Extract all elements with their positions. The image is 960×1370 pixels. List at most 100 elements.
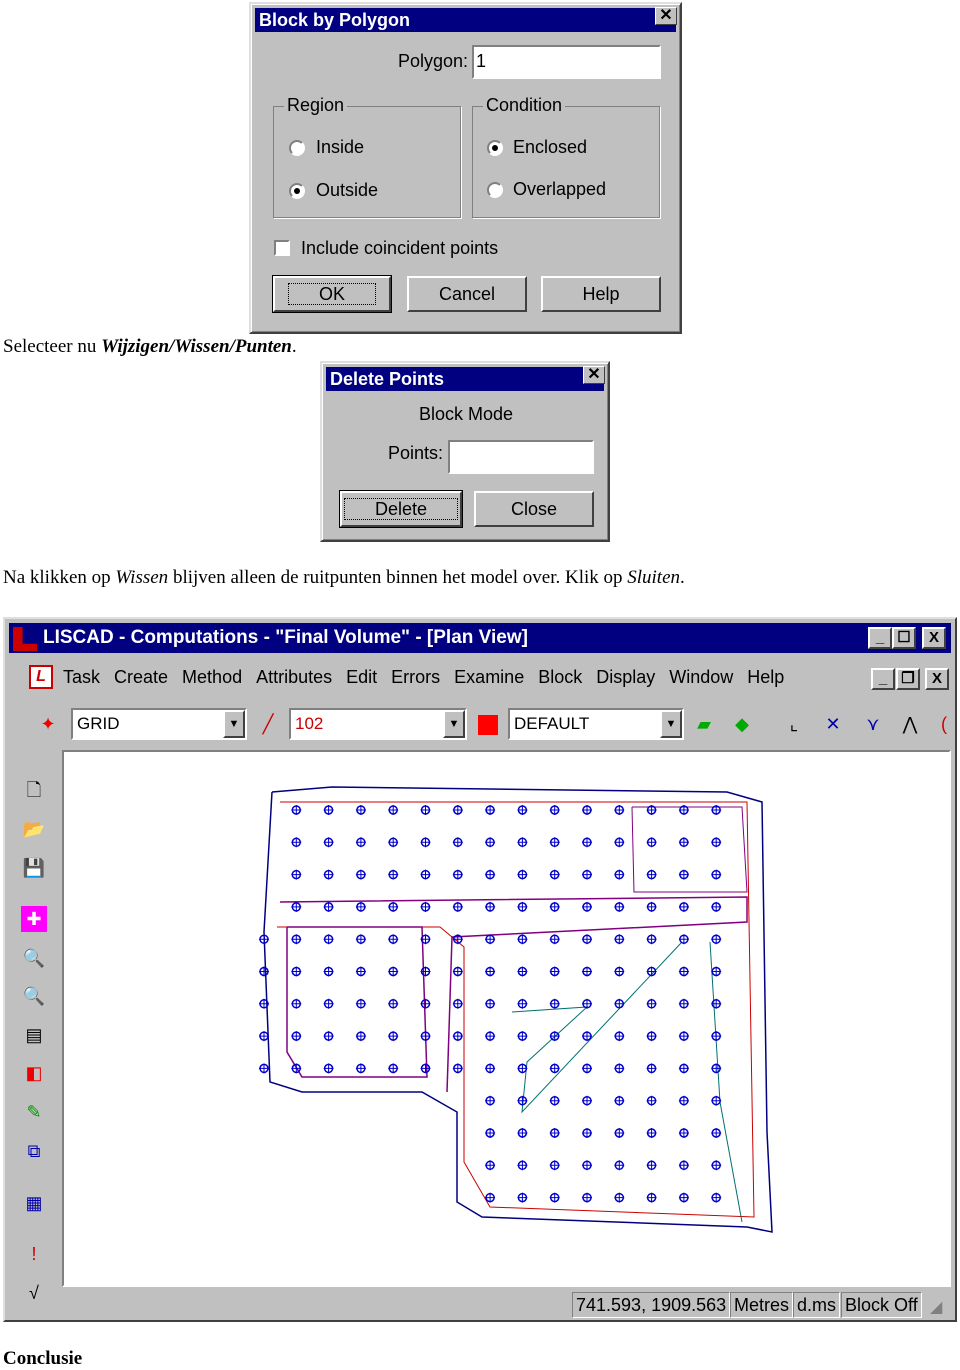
dropdown-arrow-icon[interactable]: ▼ (223, 710, 245, 738)
grid-point-cross (678, 1095, 689, 1106)
grid-point-cross (420, 998, 431, 1009)
plan-drawing (259, 786, 773, 1233)
menu-create[interactable]: Create (114, 667, 168, 687)
polyline-icon[interactable]: ⋀ (897, 711, 923, 737)
calculator-icon[interactable]: ▦ (21, 1190, 47, 1216)
grid-point-cross (452, 998, 463, 1009)
pan-icon[interactable]: ✚ (21, 906, 47, 932)
status-angle: d.ms (793, 1292, 841, 1318)
ok-label: OK (287, 283, 376, 305)
grid-point-cross (323, 934, 334, 945)
grid-point-cross (323, 901, 334, 912)
instruction-1: Selecteer nu Wijzigen/Wissen/Punten. (3, 336, 297, 358)
child-close-button[interactable]: X (925, 668, 949, 690)
line-code-combo[interactable]: 102 ▼ (289, 708, 467, 740)
polygon-input[interactable]: 1 (472, 45, 661, 79)
enclosed-radio[interactable] (487, 140, 503, 156)
menu-errors[interactable]: Errors (391, 667, 440, 687)
dropdown-arrow-icon[interactable]: ▼ (443, 710, 465, 738)
new-file-icon[interactable]: 🗋 (21, 777, 47, 803)
menu-method[interactable]: Method (182, 667, 242, 687)
cancel-button[interactable]: Cancel (407, 276, 527, 312)
check-icon[interactable]: √ (21, 1280, 47, 1306)
menu-window[interactable]: Window (669, 667, 733, 687)
overlapped-radio[interactable] (487, 182, 503, 198)
delete-label: Delete (343, 498, 459, 520)
points-label: Points: (388, 443, 444, 463)
outside-radio[interactable] (289, 183, 305, 199)
layers-icon[interactable]: ◧ (21, 1060, 47, 1086)
save-icon[interactable]: 💾 (21, 855, 47, 881)
ok-button[interactable]: OK (272, 275, 392, 313)
inside-radio[interactable] (289, 140, 305, 156)
close-window-button[interactable]: X (922, 627, 946, 649)
grid-point-cross (646, 837, 657, 848)
child-minimize-button[interactable]: _ (871, 668, 895, 690)
new-layer-icon[interactable]: ▰ (691, 711, 717, 737)
child-restore-button[interactable]: ❐ (896, 668, 920, 690)
error-icon[interactable]: ! (21, 1241, 47, 1267)
arc-icon[interactable]: ( (931, 711, 957, 737)
grid-point-cross (517, 966, 528, 977)
menu-edit[interactable]: Edit (346, 667, 377, 687)
open-folder-icon[interactable]: 📂 (21, 816, 47, 842)
help-button[interactable]: Help (541, 276, 661, 312)
menu-task[interactable]: Task (63, 667, 100, 687)
grid-point-cross (355, 869, 366, 880)
grid-point-cross (517, 998, 528, 1009)
grid-point-cross (646, 869, 657, 880)
edit-pencil-icon[interactable]: ✎ (21, 1099, 47, 1125)
grid-point-cross (355, 1063, 366, 1074)
grid-point-cross (291, 869, 302, 880)
grid-point-cross (485, 966, 496, 977)
points-input[interactable] (448, 440, 594, 474)
layer-combo[interactable]: DEFAULT ▼ (508, 708, 684, 740)
condition-title: Condition (483, 95, 566, 116)
grid-point-cross (582, 966, 592, 977)
layer-polygon-icon[interactable]: ◆ (729, 711, 755, 737)
grid-point-cross (388, 998, 399, 1009)
grid-point-cross (355, 934, 366, 945)
text: . (291, 336, 297, 357)
grid-point-cross (711, 998, 722, 1009)
close-icon[interactable]: ✕ (655, 7, 677, 25)
menu-attributes[interactable]: Attributes (256, 667, 332, 687)
outside-label: Outside (316, 180, 379, 200)
zoom-out-icon[interactable]: 🔍 (21, 983, 47, 1009)
copy-icon[interactable]: ⧉ (21, 1138, 47, 1164)
dropdown-arrow-icon[interactable]: ▼ (660, 710, 682, 738)
zoom-in-icon[interactable]: 🔍 (21, 945, 47, 971)
point-code-combo[interactable]: GRID ▼ (71, 708, 247, 740)
grid-point-cross (388, 1063, 399, 1074)
delete-button[interactable]: Delete (339, 490, 463, 528)
section-heading: Conclusie (3, 1348, 83, 1369)
grid-point-cross (452, 1031, 463, 1042)
layer-color-icon (478, 715, 498, 735)
grid-point-cross (355, 901, 366, 912)
menu-help[interactable]: Help (747, 667, 784, 687)
network-icon[interactable]: ✕ (820, 711, 846, 737)
minimize-button[interactable]: _ (868, 627, 892, 649)
liscad-logo-icon[interactable]: L (29, 665, 53, 689)
grid-point-cross (678, 901, 689, 912)
grid-point-cross (355, 966, 366, 977)
include-coincident-checkbox[interactable] (274, 240, 290, 256)
grid-point-cross (420, 805, 431, 815)
grid-point-cross (549, 934, 560, 945)
rectangle-select-icon[interactable]: ⌞ (781, 711, 807, 737)
menu-display[interactable]: Display (596, 667, 655, 687)
maximize-button[interactable]: ☐ (892, 627, 916, 649)
traverse-icon[interactable]: ⋎ (860, 711, 886, 737)
grid-point-cross (582, 1095, 592, 1106)
resize-grip-icon[interactable]: ◢ (930, 1297, 942, 1317)
zoom-window-icon[interactable]: ▤ (21, 1022, 47, 1048)
plan-view-canvas[interactable] (62, 750, 951, 1287)
close-icon[interactable]: ✕ (583, 366, 605, 384)
grid-point-cross (646, 934, 657, 945)
emphasis: Wijzigen/Wissen/Punten (101, 336, 292, 357)
menu-block[interactable]: Block (538, 667, 582, 687)
menu-examine[interactable]: Examine (454, 667, 524, 687)
grid-point-cross (517, 805, 528, 815)
grid-point-cross (259, 1063, 269, 1074)
close-button[interactable]: Close (474, 491, 594, 527)
